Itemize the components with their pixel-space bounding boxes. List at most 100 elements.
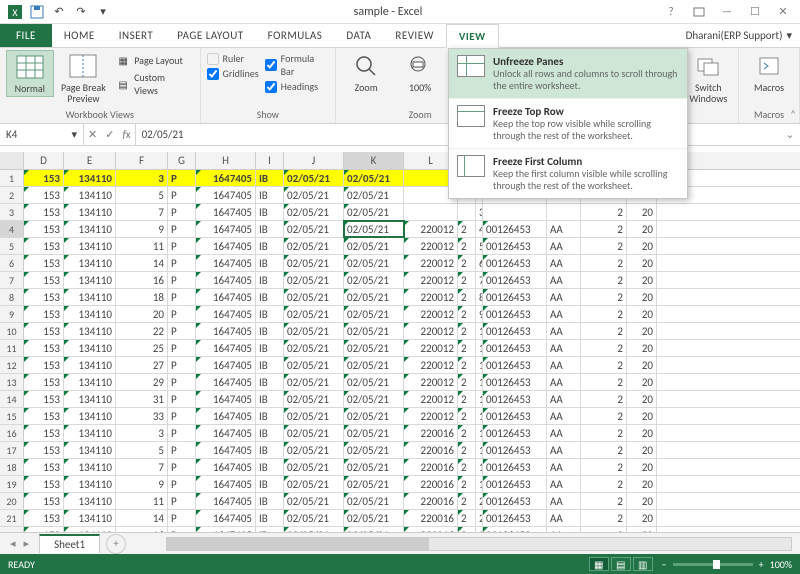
cell[interactable]: 2 bbox=[458, 374, 476, 390]
cell[interactable]: 1647405 bbox=[196, 340, 256, 356]
cell[interactable]: 1647405 bbox=[196, 476, 256, 492]
row-header[interactable]: 4 bbox=[0, 221, 24, 237]
cell[interactable]: AA bbox=[547, 272, 581, 288]
row-header[interactable]: 9 bbox=[0, 306, 24, 322]
cell[interactable]: 02/05/21 bbox=[344, 170, 404, 186]
cell[interactable]: 2 bbox=[581, 357, 627, 373]
cell[interactable]: 16 bbox=[476, 425, 483, 441]
cell[interactable]: IB bbox=[256, 493, 284, 509]
cell[interactable]: AA bbox=[547, 442, 581, 458]
cancel-formula-icon[interactable]: ✕ bbox=[88, 128, 97, 141]
cell[interactable]: 02/05/21 bbox=[344, 323, 404, 339]
redo-icon[interactable]: ↷ bbox=[72, 3, 90, 21]
cell[interactable]: 2 bbox=[458, 340, 476, 356]
cell[interactable]: 00126453 bbox=[483, 442, 547, 458]
col-header-F[interactable]: F bbox=[116, 152, 168, 169]
cell[interactable]: 153 bbox=[24, 255, 64, 271]
cell[interactable]: AA bbox=[547, 493, 581, 509]
cell[interactable]: 02/05/21 bbox=[284, 323, 344, 339]
cell[interactable]: 5 bbox=[476, 238, 483, 254]
pagelayout-status-icon[interactable]: ▤ bbox=[611, 557, 631, 571]
cell[interactable]: 153 bbox=[24, 476, 64, 492]
row-header[interactable]: 6 bbox=[0, 255, 24, 271]
cell[interactable]: 153 bbox=[24, 204, 64, 220]
fx-icon[interactable]: fx bbox=[122, 128, 130, 141]
cell[interactable]: 02/05/21 bbox=[344, 493, 404, 509]
cell[interactable]: 2 bbox=[458, 425, 476, 441]
cell[interactable]: 02/05/21 bbox=[344, 425, 404, 441]
cell[interactable]: 00126453 bbox=[483, 510, 547, 526]
cell[interactable]: 00126453 bbox=[483, 476, 547, 492]
cell[interactable]: P bbox=[168, 459, 196, 475]
cell[interactable]: 02/05/21 bbox=[284, 187, 344, 203]
cell[interactable]: 11 bbox=[116, 493, 168, 509]
cell[interactable]: P bbox=[168, 391, 196, 407]
cell[interactable]: 20 bbox=[627, 510, 657, 526]
cell[interactable]: 20 bbox=[627, 425, 657, 441]
tab-view[interactable]: VIEW bbox=[446, 24, 499, 48]
cell[interactable]: 134110 bbox=[64, 493, 116, 509]
cell[interactable]: 14 bbox=[116, 255, 168, 271]
cell[interactable]: AA bbox=[547, 323, 581, 339]
row-header[interactable]: 18 bbox=[0, 459, 24, 475]
cell[interactable]: 220012 bbox=[404, 238, 458, 254]
normal-view-button[interactable]: Normal bbox=[6, 50, 54, 97]
cell[interactable]: 134110 bbox=[64, 187, 116, 203]
pagebreak-status-icon[interactable]: ▥ bbox=[633, 557, 653, 571]
cell[interactable]: 02/05/21 bbox=[284, 425, 344, 441]
cell[interactable]: 1647405 bbox=[196, 187, 256, 203]
cell[interactable]: 2 bbox=[581, 323, 627, 339]
cell[interactable]: 4 bbox=[476, 221, 483, 237]
cell[interactable]: 02/05/21 bbox=[344, 255, 404, 271]
cell[interactable]: 20 bbox=[627, 221, 657, 237]
cell[interactable]: 20 bbox=[627, 391, 657, 407]
cell[interactable]: 20 bbox=[627, 272, 657, 288]
cell[interactable]: 220016 bbox=[404, 510, 458, 526]
cell[interactable]: AA bbox=[547, 374, 581, 390]
row-header[interactable]: 5 bbox=[0, 238, 24, 254]
cell[interactable]: IB bbox=[256, 476, 284, 492]
cell[interactable]: 8 bbox=[476, 289, 483, 305]
cell[interactable]: 02/05/21 bbox=[284, 442, 344, 458]
cell[interactable]: 20 bbox=[116, 306, 168, 322]
cell[interactable]: 02/05/21 bbox=[284, 340, 344, 356]
cell[interactable]: 153 bbox=[24, 374, 64, 390]
cell[interactable]: 2 bbox=[458, 442, 476, 458]
cell[interactable]: 7 bbox=[476, 272, 483, 288]
cell[interactable]: 02/05/21 bbox=[344, 391, 404, 407]
cell[interactable]: IB bbox=[256, 459, 284, 475]
row-header[interactable]: 13 bbox=[0, 374, 24, 390]
cell[interactable]: 153 bbox=[24, 221, 64, 237]
cell[interactable]: IB bbox=[256, 204, 284, 220]
cell[interactable]: 20 bbox=[627, 476, 657, 492]
cell[interactable]: 02/05/21 bbox=[284, 238, 344, 254]
cell[interactable]: 153 bbox=[24, 323, 64, 339]
sheet-next-icon[interactable]: ▸ bbox=[24, 537, 30, 550]
cell[interactable]: IB bbox=[256, 391, 284, 407]
ruler-checkbox[interactable]: Ruler bbox=[207, 52, 259, 65]
cell[interactable]: 5 bbox=[116, 187, 168, 203]
custom-views-button[interactable]: ▤Custom Views bbox=[113, 70, 193, 98]
cell[interactable]: 02/05/21 bbox=[284, 357, 344, 373]
cell[interactable]: 2 bbox=[458, 510, 476, 526]
cell[interactable]: 134110 bbox=[64, 340, 116, 356]
col-header-I[interactable]: I bbox=[256, 152, 284, 169]
macros-button[interactable]: Macros bbox=[745, 50, 793, 95]
cell[interactable]: 153 bbox=[24, 510, 64, 526]
cell[interactable]: 2 bbox=[458, 408, 476, 424]
row-header[interactable]: 15 bbox=[0, 408, 24, 424]
cell[interactable]: 02/05/21 bbox=[284, 255, 344, 271]
cell[interactable]: 2 bbox=[581, 238, 627, 254]
cell[interactable]: AA bbox=[547, 340, 581, 356]
cell[interactable]: 153 bbox=[24, 187, 64, 203]
cell[interactable]: AA bbox=[547, 408, 581, 424]
cell[interactable]: AA bbox=[547, 306, 581, 322]
cell[interactable]: 2 bbox=[581, 459, 627, 475]
cell[interactable]: AA bbox=[547, 357, 581, 373]
tab-review[interactable]: REVIEW bbox=[383, 24, 446, 47]
tab-insert[interactable]: INSERT bbox=[107, 24, 166, 47]
row-header[interactable]: 14 bbox=[0, 391, 24, 407]
cell[interactable]: 134110 bbox=[64, 170, 116, 186]
cell[interactable]: 134110 bbox=[64, 255, 116, 271]
row-header[interactable]: 20 bbox=[0, 493, 24, 509]
